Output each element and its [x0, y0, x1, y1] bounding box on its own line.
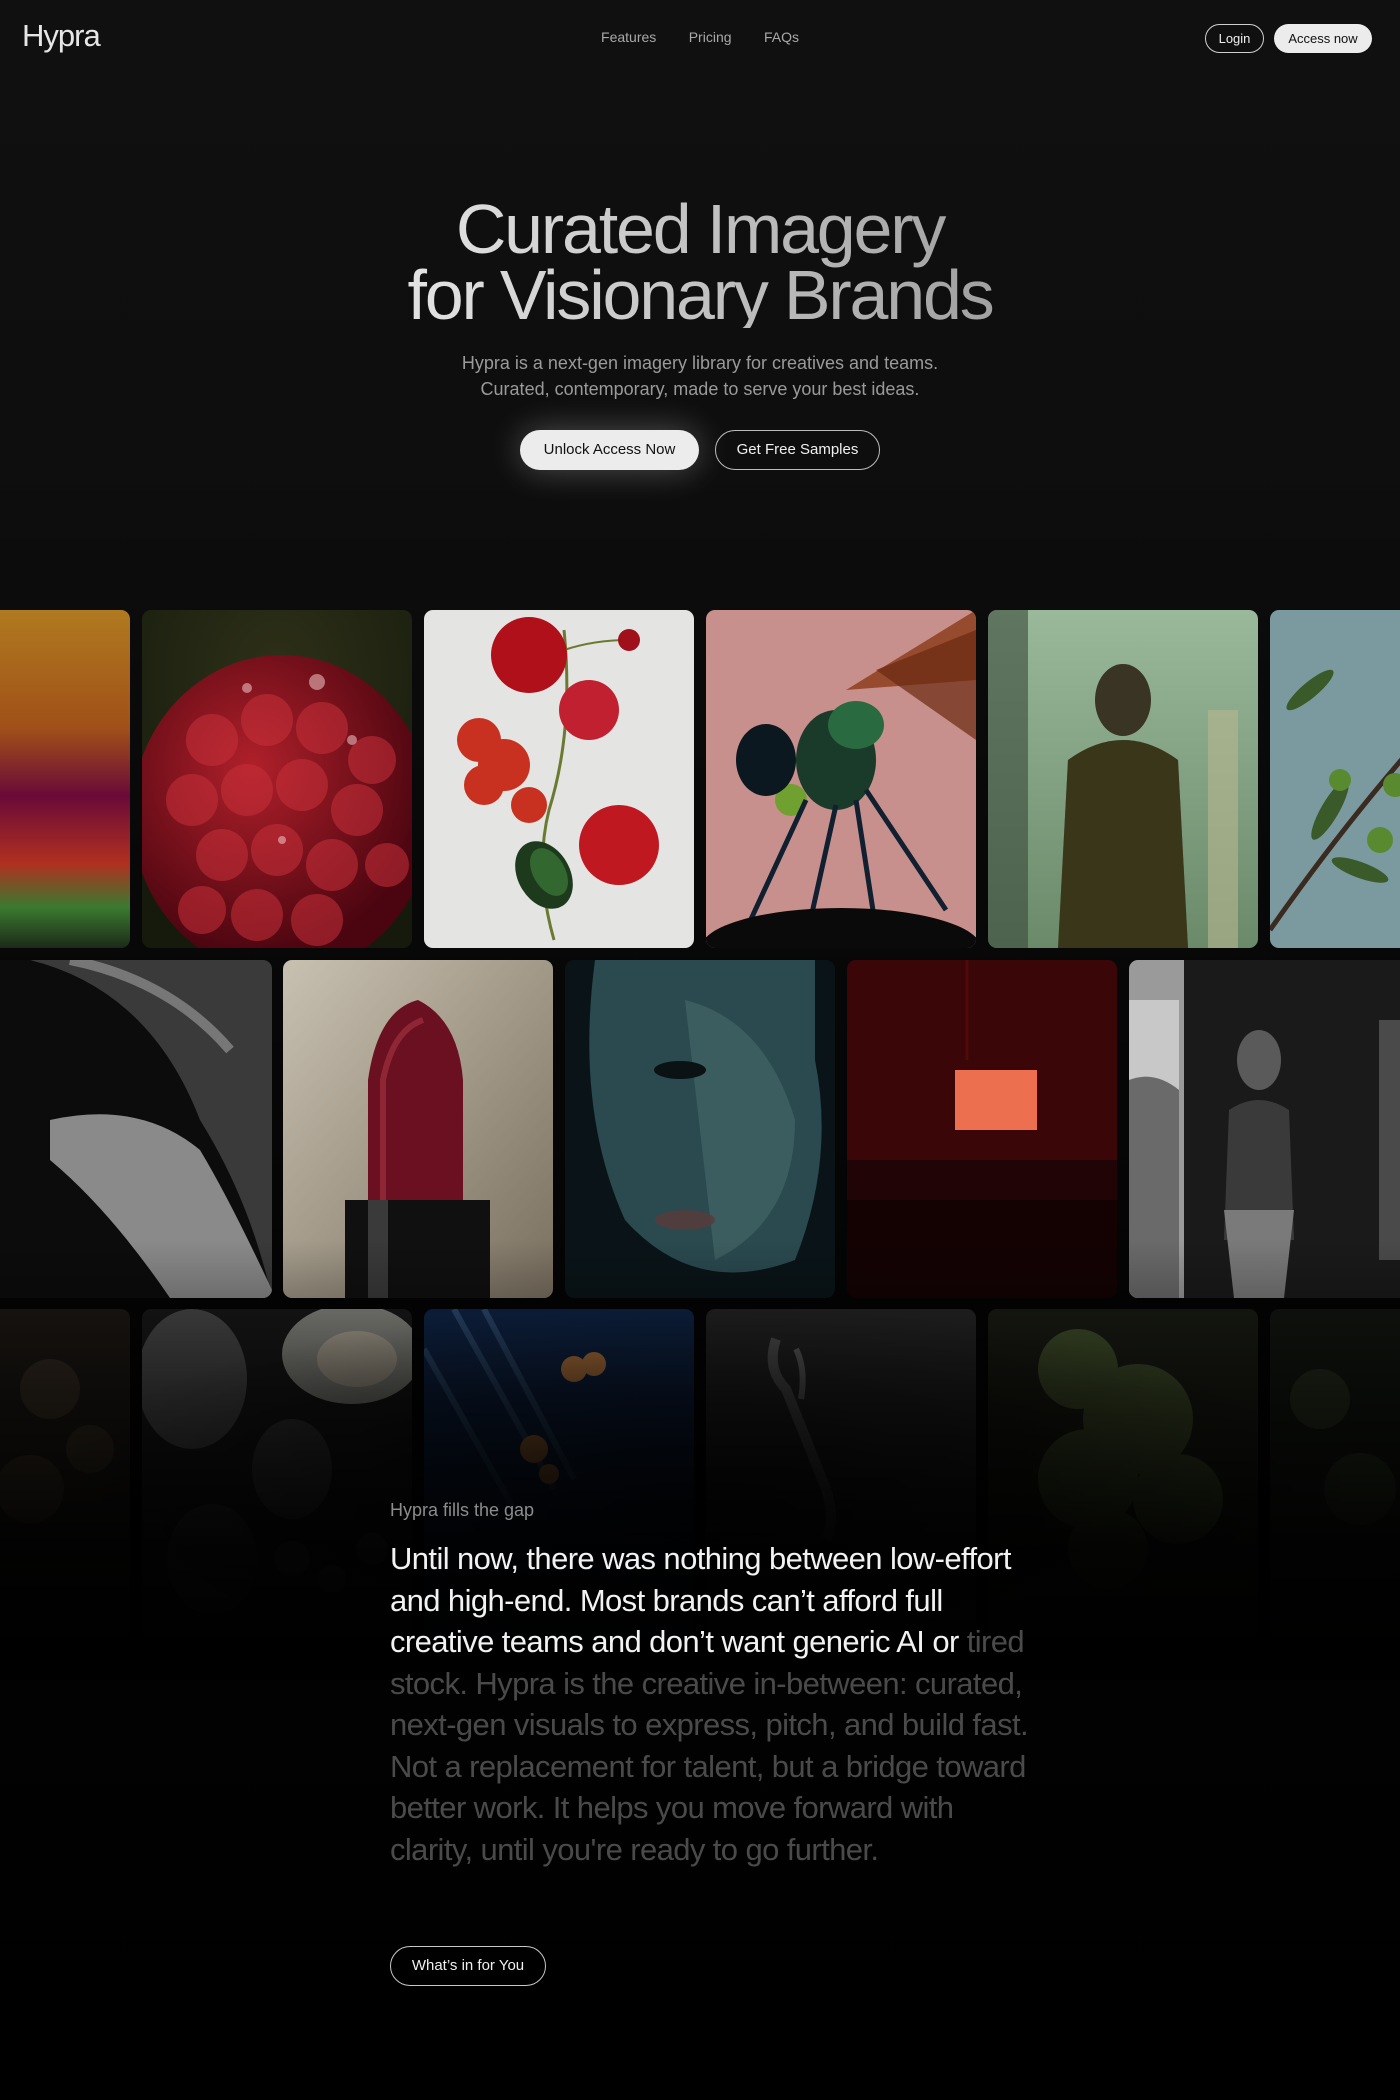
story-text-highlighted: Until now, there was nothing between low… [390, 1541, 1011, 1659]
nav-links: Features Pricing FAQs [0, 29, 1400, 47]
nav-link-pricing[interactable]: Pricing [689, 29, 732, 45]
gallery-image-abstract-gradient[interactable] [0, 610, 130, 948]
login-button[interactable]: Login [1205, 24, 1264, 53]
hero-title-line-1: Curated Imagery [455, 190, 945, 268]
gallery-image-olive-branch[interactable] [1270, 610, 1400, 948]
gallery-image-blurred-figure[interactable] [988, 610, 1258, 948]
story-paragraph: Until now, there was nothing between low… [390, 1538, 1030, 1870]
hero-subtitle: Hypra is a next-gen imagery library for … [0, 350, 1400, 402]
gallery-image-dragonfly[interactable] [706, 610, 976, 948]
top-nav: Hypra Features Pricing FAQs Login Access… [0, 0, 1400, 76]
story-eyebrow: Hypra fills the gap [390, 1500, 535, 1520]
story-text-muted: tired stock. Hypra is the creative in-be… [390, 1624, 1029, 1867]
access-now-button[interactable]: Access now [1274, 24, 1372, 53]
gallery-image-raspberry[interactable] [142, 610, 412, 948]
nav-link-features[interactable]: Features [601, 29, 656, 45]
whats-in-for-you-button[interactable]: What’s in for You [390, 1946, 546, 1986]
nav-link-faqs[interactable]: FAQs [764, 29, 799, 45]
hero-title-line-2: for Visionary Brands [407, 256, 993, 334]
free-samples-button[interactable]: Get Free Samples [715, 430, 880, 470]
hero-subtitle-line-2: Curated, contemporary, made to serve you… [480, 379, 920, 399]
hero-title: Curated Imagery for Visionary Brands [0, 196, 1400, 328]
gallery-image-cherries-beetle[interactable] [424, 610, 694, 948]
hero-subtitle-line-1: Hypra is a next-gen imagery library for … [461, 353, 939, 373]
unlock-access-button[interactable]: Unlock Access Now [520, 430, 699, 470]
